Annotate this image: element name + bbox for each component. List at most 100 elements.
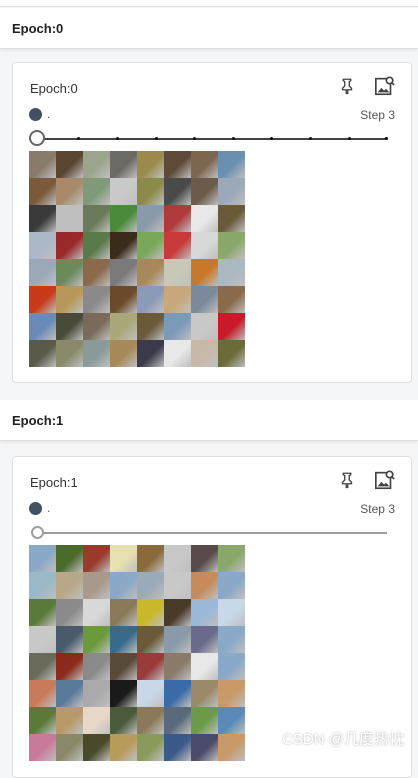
image-tile [164, 340, 191, 367]
image-tile [110, 313, 137, 340]
image-tile [83, 286, 110, 313]
image-tile [29, 313, 56, 340]
image-tile [191, 653, 218, 680]
run-color-dot [29, 502, 42, 515]
image-tile [56, 259, 83, 286]
image-tile [137, 599, 164, 626]
section-header-epoch-0[interactable]: Epoch:0 [0, 8, 418, 49]
image-tile [191, 232, 218, 259]
image-tile [191, 340, 218, 367]
image-tile [56, 151, 83, 178]
image-grid [29, 545, 245, 761]
image-tile [164, 599, 191, 626]
slider-thumb[interactable] [31, 526, 44, 539]
section-title: Epoch:0 [12, 21, 64, 36]
image-tile [191, 151, 218, 178]
image-tile [137, 626, 164, 653]
slider-tick [348, 137, 351, 140]
slider-track [37, 532, 387, 534]
step-label: Step 3 [360, 108, 395, 122]
image-tile [164, 286, 191, 313]
image-tile [218, 680, 245, 707]
image-tile [56, 205, 83, 232]
image-tile [191, 626, 218, 653]
image-tile [164, 572, 191, 599]
image-tile [218, 599, 245, 626]
image-tile [191, 572, 218, 599]
image-tile [137, 205, 164, 232]
image-tile [137, 232, 164, 259]
image-tile [191, 286, 218, 313]
image-tile [83, 599, 110, 626]
image-tile [137, 151, 164, 178]
image-tile [83, 572, 110, 599]
image-tile [137, 286, 164, 313]
image-tile [218, 707, 245, 734]
image-tile [83, 151, 110, 178]
image-tile [218, 653, 245, 680]
pin-icon[interactable] [338, 77, 356, 95]
image-tile [110, 572, 137, 599]
image-tile [56, 572, 83, 599]
image-tile [29, 653, 56, 680]
pin-icon[interactable] [338, 471, 356, 489]
image-tile [110, 545, 137, 572]
image-tile [29, 340, 56, 367]
image-tile [218, 259, 245, 286]
image-tile [137, 707, 164, 734]
image-tile [218, 572, 245, 599]
image-tile [83, 680, 110, 707]
image-tile [164, 707, 191, 734]
image-tile [110, 680, 137, 707]
image-tile [29, 707, 56, 734]
step-slider[interactable] [29, 129, 388, 149]
image-tile [164, 680, 191, 707]
step-slider[interactable] [29, 523, 387, 543]
image-tile [29, 572, 56, 599]
image-tile [83, 232, 110, 259]
image-tile [110, 232, 137, 259]
section-title: Epoch:1 [12, 413, 64, 428]
slider-tick [193, 137, 196, 140]
slider-tick [77, 137, 80, 140]
image-tile [83, 178, 110, 205]
image-tile [110, 707, 137, 734]
image-tile [191, 680, 218, 707]
image-tile [137, 178, 164, 205]
image-tile [218, 232, 245, 259]
image-tile [29, 545, 56, 572]
image-tile [56, 340, 83, 367]
image-search-icon[interactable] [374, 75, 396, 97]
image-tile [29, 205, 56, 232]
slider-tick [116, 137, 119, 140]
image-tile [83, 626, 110, 653]
slider-tick [270, 137, 273, 140]
run-label: . [47, 107, 51, 121]
image-tile [29, 599, 56, 626]
image-tile [191, 313, 218, 340]
image-tile [137, 259, 164, 286]
section-header-epoch-1[interactable]: Epoch:1 [0, 400, 418, 441]
image-tile [29, 626, 56, 653]
image-tile [29, 259, 56, 286]
card-title: Epoch:0 [30, 81, 78, 96]
image-tile [164, 545, 191, 572]
image-tile [218, 205, 245, 232]
image-tile [191, 205, 218, 232]
image-tile [137, 545, 164, 572]
image-tile [83, 653, 110, 680]
image-tile [137, 313, 164, 340]
image-tile [218, 178, 245, 205]
image-tile [56, 232, 83, 259]
image-tile [191, 545, 218, 572]
image-tile [164, 626, 191, 653]
image-tile [164, 313, 191, 340]
slider-thumb[interactable] [29, 130, 45, 146]
image-tile [218, 626, 245, 653]
image-tile [56, 286, 83, 313]
image-search-icon[interactable] [374, 469, 396, 491]
image-tile [56, 680, 83, 707]
image-tile [191, 178, 218, 205]
run-color-dot [29, 108, 42, 121]
slider-track [37, 138, 387, 140]
